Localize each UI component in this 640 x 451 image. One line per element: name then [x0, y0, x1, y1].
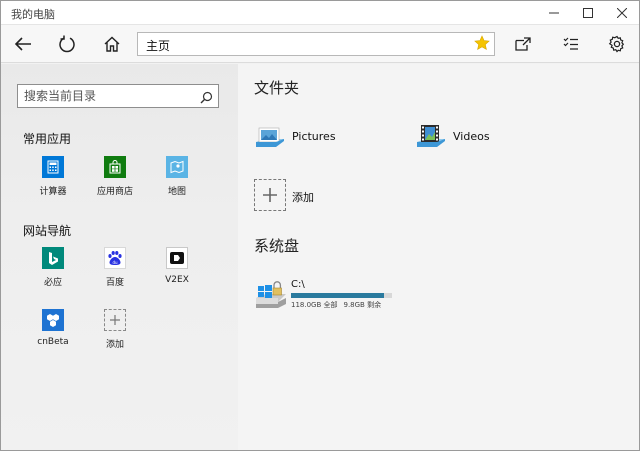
- gear-icon: [608, 35, 625, 53]
- maps-icon: [166, 156, 188, 178]
- site-tile-v2ex[interactable]: V2EX: [147, 247, 207, 303]
- maximize-button[interactable]: [571, 1, 605, 25]
- tasks-button[interactable]: [553, 25, 589, 63]
- drives-section-title: 系统盘: [254, 237, 300, 255]
- app-tile-calculator[interactable]: 计算器: [23, 156, 83, 212]
- app-tile-label: 应用商店: [96, 187, 133, 197]
- search-icon: [200, 91, 213, 104]
- add-folder-label: 添加: [292, 191, 314, 204]
- drive-info: 118.0GB 全部 9.8GB 剩余: [291, 300, 387, 310]
- apps-section-title: 常用应用: [23, 132, 72, 146]
- open-external-button[interactable]: [505, 25, 541, 63]
- pictures-folder-icon: [254, 122, 286, 154]
- drive-free: 9.8GB 剩余: [343, 301, 382, 309]
- maximize-icon: [583, 8, 593, 18]
- app-tile-store[interactable]: 应用商店: [85, 156, 145, 212]
- star-icon: [474, 35, 490, 50]
- system-drive-icon: [256, 281, 286, 308]
- back-arrow-icon: [14, 37, 31, 51]
- folder-videos[interactable]: Videos: [415, 122, 535, 152]
- app-window: 我的电脑 主页 搜索当前目录 常用应用 计算器 应用商店 地图 网站导航 必应 …: [0, 0, 640, 451]
- home-button[interactable]: [94, 25, 130, 63]
- sites-section-title: 网站导航: [23, 224, 72, 238]
- app-tile-label: 地图: [167, 187, 186, 197]
- site-tile-label: 百度: [105, 278, 124, 288]
- address-text: 主页: [146, 39, 171, 53]
- app-tile-label: 计算器: [39, 187, 67, 197]
- add-icon: [104, 309, 126, 331]
- app-tile-maps[interactable]: 地图: [147, 156, 207, 212]
- checklist-icon: [563, 37, 578, 50]
- drive-c[interactable]: C:\ 118.0GB 全部 9.8GB 剩余: [254, 278, 404, 314]
- store-icon: [104, 156, 126, 178]
- refresh-button[interactable]: [49, 25, 85, 63]
- drive-usage-bar: [291, 293, 392, 298]
- back-button[interactable]: [5, 25, 41, 63]
- calculator-icon: [42, 156, 64, 178]
- minimize-button[interactable]: [537, 1, 571, 25]
- settings-button[interactable]: [599, 25, 635, 63]
- search-input[interactable]: [24, 88, 194, 104]
- videos-folder-icon: [415, 122, 447, 154]
- site-tile-label: 添加: [105, 340, 124, 350]
- folder-label: Pictures: [292, 130, 336, 143]
- site-tile-label: cnBeta: [37, 337, 69, 347]
- left-panel: 常用应用 计算器 应用商店 地图 网站导航 必应: [1, 64, 238, 450]
- folders-section-title: 文件夹: [254, 79, 300, 97]
- drive-usage-fill: [291, 293, 384, 298]
- open-external-icon: [515, 37, 531, 51]
- search-button[interactable]: [200, 89, 213, 108]
- toolbar: 主页: [1, 25, 639, 63]
- home-icon: [104, 36, 120, 52]
- title-bar: 我的电脑: [1, 1, 639, 25]
- refresh-icon: [59, 35, 75, 53]
- folder-label: Videos: [453, 130, 490, 143]
- favorite-star-button[interactable]: [474, 35, 490, 55]
- close-icon: [617, 8, 627, 18]
- search-box[interactable]: [17, 84, 219, 108]
- site-tile-baidu[interactable]: du 百度: [85, 247, 145, 303]
- drive-total: 118.0GB 全部: [291, 301, 338, 309]
- drive-name: C:\: [291, 279, 305, 290]
- window-title: 我的电脑: [11, 8, 55, 21]
- v2ex-icon: [166, 247, 188, 269]
- add-icon: [263, 188, 277, 202]
- cnbeta-icon: [42, 309, 64, 331]
- bing-icon: [42, 247, 64, 269]
- site-tile-bing[interactable]: 必应: [23, 247, 83, 303]
- baidu-icon: du: [104, 247, 126, 269]
- address-bar[interactable]: 主页: [137, 32, 495, 56]
- site-tile-add[interactable]: 添加: [85, 309, 145, 365]
- add-folder-button[interactable]: [254, 179, 286, 211]
- close-button[interactable]: [605, 1, 639, 25]
- site-tile-cnbeta[interactable]: cnBeta: [23, 309, 83, 365]
- minimize-icon: [549, 12, 559, 14]
- svg-text:du: du: [112, 260, 118, 265]
- site-tile-label: 必应: [43, 278, 62, 288]
- folder-pictures[interactable]: Pictures: [254, 122, 374, 152]
- right-panel: 文件夹 Pictures Videos 添加 系统盘 C:\ 118.0GB 全…: [238, 64, 639, 450]
- site-tile-label: V2EX: [165, 275, 189, 285]
